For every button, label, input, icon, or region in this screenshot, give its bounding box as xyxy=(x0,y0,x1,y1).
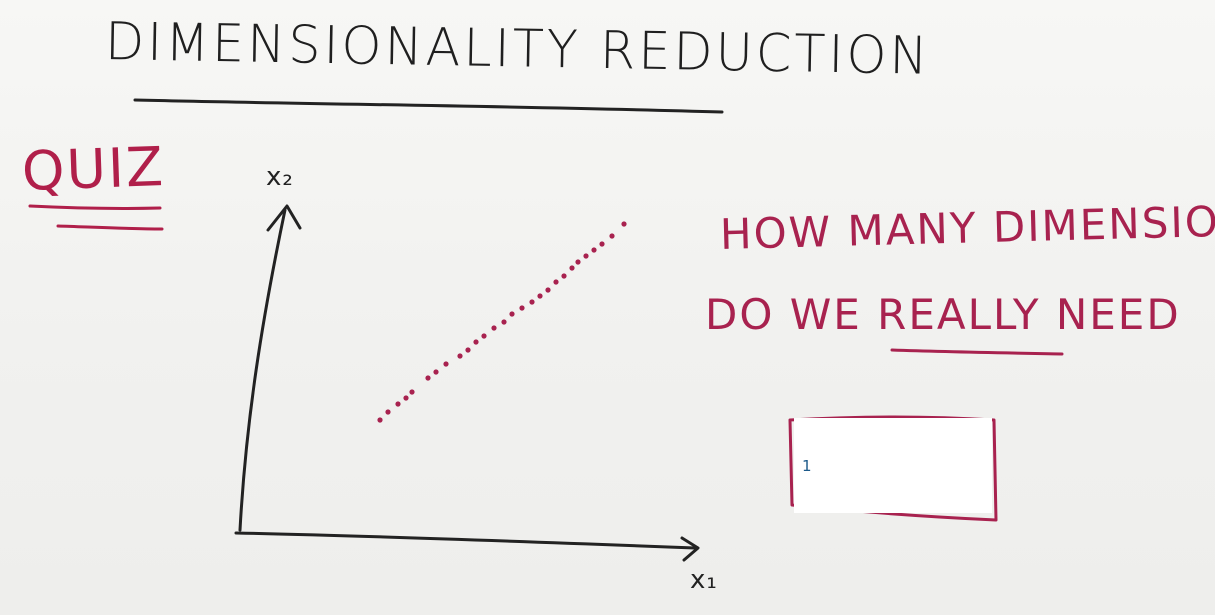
scatter-point xyxy=(553,279,559,285)
scatter-point xyxy=(545,287,551,293)
scatter-point xyxy=(529,299,535,305)
scatter-point xyxy=(491,325,497,331)
scatter-point xyxy=(425,375,431,381)
scatter-point xyxy=(591,247,597,253)
scatter-points xyxy=(377,221,627,423)
quiz-underline-1 xyxy=(28,204,162,210)
title-underline xyxy=(133,98,724,114)
scatter-point xyxy=(569,265,575,271)
scatter-point xyxy=(481,333,487,339)
scatter-point xyxy=(377,417,383,423)
scatter-point xyxy=(433,369,439,375)
quiz-underline-2 xyxy=(56,224,164,231)
scatter-point xyxy=(473,339,479,345)
answer-input[interactable] xyxy=(794,418,992,513)
really-underline xyxy=(890,348,1064,356)
scatter-point xyxy=(621,221,627,227)
scatter-point xyxy=(575,259,581,265)
scatter-point xyxy=(519,305,525,311)
scatter-point xyxy=(583,253,589,259)
scatter-point xyxy=(385,409,391,415)
scatter-point xyxy=(457,353,463,359)
sketch-layer xyxy=(28,98,1064,562)
scatter-point xyxy=(537,293,543,299)
scatter-point xyxy=(443,361,449,367)
y-axis-line xyxy=(238,208,287,532)
scatter-point xyxy=(501,319,507,325)
scatter-point xyxy=(561,273,567,279)
scatter-point xyxy=(465,347,471,353)
scatter-point xyxy=(395,401,401,407)
whiteboard: DIMENSIONALITY REDUCTION QUIZ HOW MANY D… xyxy=(0,0,1215,615)
scatter-point xyxy=(409,389,415,395)
scatter-point xyxy=(609,233,615,239)
scatter-point xyxy=(403,395,409,401)
x-axis-line xyxy=(234,531,697,550)
scatter-point xyxy=(509,311,515,317)
scatter-point xyxy=(599,241,605,247)
